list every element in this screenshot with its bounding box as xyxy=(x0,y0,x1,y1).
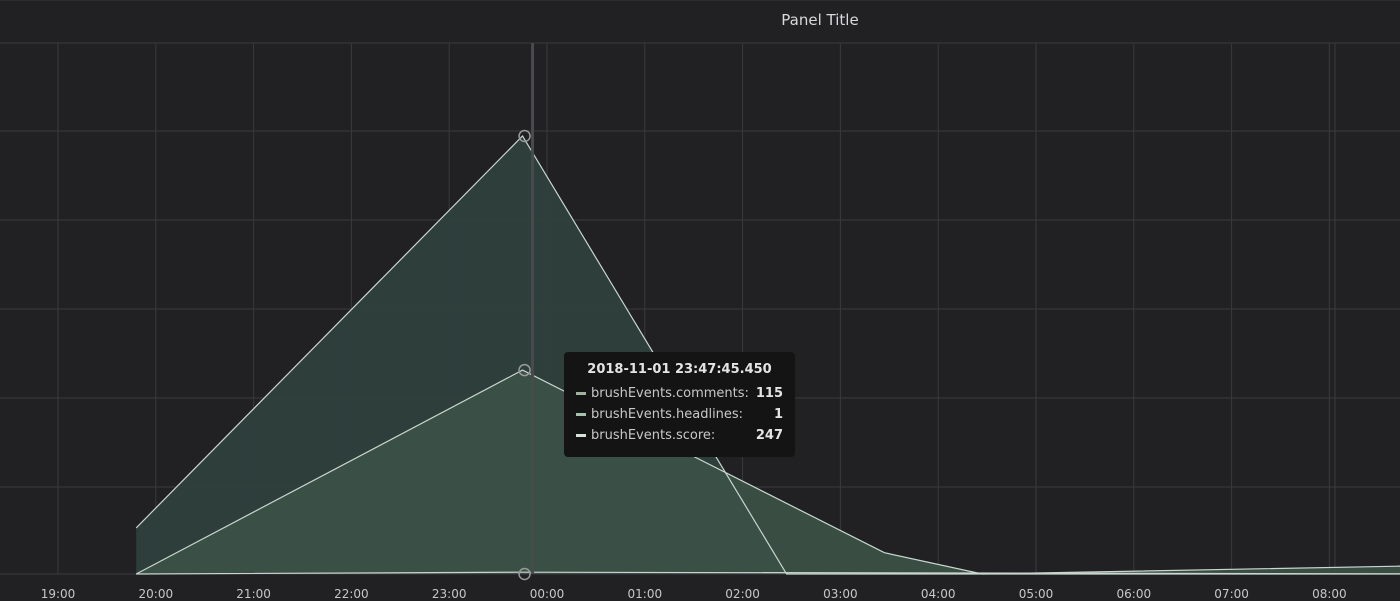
x-tick-label: 05:00 xyxy=(1019,587,1054,601)
x-tick-label: 07:00 xyxy=(1214,587,1249,601)
tooltip-row-score: brushEvents.score: 247 xyxy=(576,425,783,446)
tooltip-series-value: 247 xyxy=(755,428,783,443)
tooltip-row-headlines: brushEvents.headlines: 1 xyxy=(576,404,783,425)
tooltip-timestamp: 2018-11-01 23:47:45.450 xyxy=(587,362,772,377)
x-tick-label: 22:00 xyxy=(334,587,369,601)
x-tick-label: 19:00 xyxy=(41,587,76,601)
tooltip-series-value: 1 xyxy=(773,407,783,422)
x-tick-label: 03:00 xyxy=(823,587,858,601)
tooltip-series-name: brushEvents.comments: xyxy=(591,386,749,401)
series-color-swatch xyxy=(576,392,586,395)
x-tick-label: 06:00 xyxy=(1117,587,1152,601)
x-tick-label: 08:00 xyxy=(1312,587,1347,601)
time-series-chart[interactable]: 19:00 20:00 21:00 22:00 23:00 00:00 01:00 02:00… xyxy=(0,1,1400,601)
x-tick-label: 20:00 xyxy=(139,587,174,601)
series-color-swatch xyxy=(576,434,586,437)
x-tick-label: 21:00 xyxy=(236,587,271,601)
graph-panel: Panel Title 19:00 20:00 21:00 22:00 23:00 00:… xyxy=(0,0,1400,601)
series-color-swatch xyxy=(576,413,586,416)
x-tick-label: 00:00 xyxy=(530,587,565,601)
x-tick-label: 02:00 xyxy=(725,587,760,601)
tooltip-series-value: 115 xyxy=(755,386,783,401)
tooltip-series-name: brushEvents.headlines: xyxy=(591,407,744,422)
x-tick-label: 23:00 xyxy=(432,587,467,601)
tooltip-row-comments: brushEvents.comments: 115 xyxy=(576,383,783,404)
x-tick-label: 04:00 xyxy=(921,587,956,601)
x-tick-label: 01:00 xyxy=(628,587,663,601)
x-axis-ticks: 19:00 20:00 21:00 22:00 23:00 00:00 01:00 02:00… xyxy=(41,587,1347,601)
hover-tooltip: 2018-11-01 23:47:45.450 brushEvents.comm… xyxy=(564,352,795,457)
tooltip-series-name: brushEvents.score: xyxy=(591,428,716,443)
